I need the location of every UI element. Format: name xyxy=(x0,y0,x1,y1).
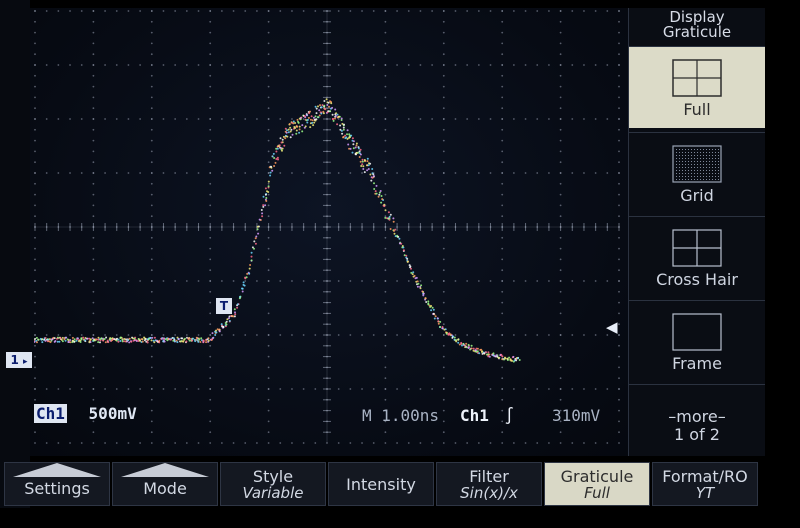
menu-item-grid-label: Grid xyxy=(680,186,714,205)
menu-item-full-label: Full xyxy=(683,100,711,119)
trigger-level-arrow[interactable]: ◀ xyxy=(606,318,618,336)
side-menu: Display Graticule Full Grid Cross Hair F… xyxy=(628,8,765,456)
menu-title: Display Graticule xyxy=(629,8,765,46)
full-graticule-icon xyxy=(672,59,722,97)
format-readout-button[interactable]: Format/RO YT xyxy=(652,462,758,506)
menu-item-frame[interactable]: Frame xyxy=(629,300,765,382)
style-value: Variable xyxy=(242,484,304,502)
grid-icon xyxy=(672,145,722,183)
intensity-button[interactable]: Intensity xyxy=(328,462,434,506)
rising-edge-icon: ∫ xyxy=(504,406,515,425)
filter-value: Sin(x)/x xyxy=(460,484,518,502)
menu-item-frame-label: Frame xyxy=(672,354,722,373)
waveform-trace xyxy=(34,98,521,363)
graticule-value: Full xyxy=(584,484,610,502)
trigger-level-readout: 310mV xyxy=(552,406,601,425)
channel-label: Ch1 xyxy=(34,404,67,423)
channel-ground-label: 1 xyxy=(10,353,19,367)
menu-title-line2: Graticule xyxy=(662,23,732,41)
graticule-button[interactable]: Graticule Full xyxy=(544,462,650,506)
format-value: YT xyxy=(695,484,715,502)
format-label: Format/RO xyxy=(662,467,748,486)
page-indicator: 1 of 2 xyxy=(674,425,720,444)
popup-indicator-icon xyxy=(121,463,209,477)
trigger-source-label: Ch1 xyxy=(460,406,489,425)
filter-label: Filter xyxy=(469,467,509,486)
graticule-label: Graticule xyxy=(560,467,634,486)
more-label: –more– xyxy=(668,407,726,426)
timebase-readout: M 1.00ns xyxy=(362,406,440,425)
menu-item-full[interactable]: Full xyxy=(629,46,765,128)
style-button[interactable]: Style Variable xyxy=(220,462,326,506)
settings-button[interactable]: Settings xyxy=(4,462,110,506)
filter-button[interactable]: Filter Sin(x)/x xyxy=(436,462,542,506)
menu-item-grid[interactable]: Grid xyxy=(629,132,765,214)
trigger-source: Ch1 ∫ xyxy=(460,406,514,425)
bottom-bezel xyxy=(0,508,800,528)
style-label: Style xyxy=(252,467,294,486)
channel-readout: Ch1 500mV xyxy=(34,404,137,423)
crosshair-icon xyxy=(672,229,722,267)
mode-button[interactable]: Mode xyxy=(112,462,218,506)
frame-icon xyxy=(672,313,722,351)
left-bezel xyxy=(0,0,30,528)
channel-ground-marker[interactable]: 1 ▸ xyxy=(6,352,32,368)
intensity-label: Intensity xyxy=(346,475,416,494)
menu-item-cross-hair[interactable]: Cross Hair xyxy=(629,216,765,298)
bottom-menu: Settings Mode Style Variable Intensity F… xyxy=(4,462,760,506)
more-pages[interactable]: –more– 1 of 2 xyxy=(629,408,765,444)
trigger-position-marker[interactable]: T xyxy=(216,298,232,314)
menu-item-cross-hair-label: Cross Hair xyxy=(656,270,738,289)
arrow-right-icon: ▸ xyxy=(23,357,28,367)
popup-indicator-icon xyxy=(13,463,101,477)
volts-per-div: 500mV xyxy=(88,404,137,423)
